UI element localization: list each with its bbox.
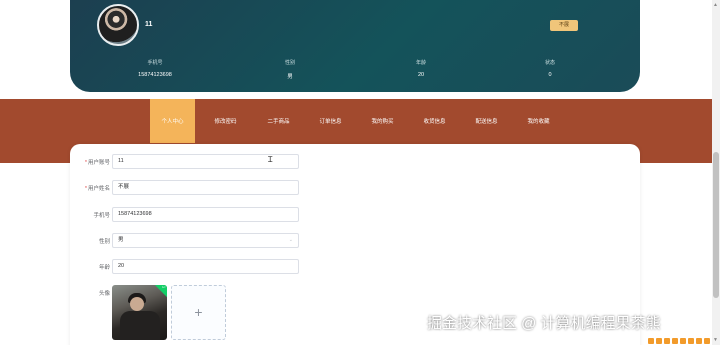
nav-item-second-hand-goods[interactable]: 二手商品 (256, 99, 301, 143)
gender-label: 性别 (98, 239, 110, 245)
name-label-text: 用户姓名 (87, 186, 110, 192)
watermark: 掘金技术社区 @ 计算机编程果茶熊 (427, 315, 661, 332)
ime-icon[interactable] (656, 337, 662, 344)
info-phone-label: 手机号 (147, 60, 163, 66)
photo-head (130, 297, 144, 311)
nav-item-personal-center[interactable]: 个人中心 (150, 99, 195, 143)
ime-icon[interactable] (704, 337, 710, 344)
info-age-value: 20 (417, 72, 425, 78)
ime-icon[interactable] (648, 337, 654, 344)
info-status-label: 状态 (544, 60, 555, 66)
avatar-label: 头像 (98, 291, 110, 297)
profile-card: 11 不展 手机号 15874123698 性别 男 年龄 20 状态 0 (70, 0, 640, 92)
nav-item-delivery-info[interactable]: 配送信息 (464, 99, 509, 143)
info-age-label: 年龄 (415, 60, 426, 66)
page-scrollbar[interactable]: ▲ ▼ (712, 0, 720, 345)
profile-username: 11 (145, 21, 153, 28)
info-status: 状态 0 (510, 59, 590, 78)
status-badge: 不展 (550, 20, 578, 31)
ime-icon[interactable] (672, 337, 678, 344)
info-status-value: 0 (548, 72, 552, 78)
avatar (97, 4, 139, 46)
required-mark: * (84, 186, 87, 192)
scrollbar-thumb[interactable] (713, 152, 719, 298)
info-gender-label: 性别 (284, 60, 295, 66)
name-input[interactable]: 不展 (112, 180, 299, 195)
phone-label: 手机号 (93, 213, 110, 219)
nav-item-change-password[interactable]: 修改密码 (203, 99, 248, 143)
account-label-text: 用户账号 (87, 160, 110, 166)
check-icon: ✓ (153, 285, 167, 298)
gender-select-value: 男 (118, 237, 124, 243)
info-phone: 手机号 15874123698 (115, 59, 195, 78)
ime-toolbar[interactable] (648, 336, 710, 345)
photo-body (120, 311, 160, 340)
ime-icon[interactable] (680, 337, 686, 344)
ime-icon[interactable] (664, 337, 670, 344)
info-age: 年龄 20 (381, 59, 461, 78)
age-label: 年龄 (98, 265, 110, 271)
phone-input[interactable]: 15874123698 (112, 207, 299, 222)
ime-icon[interactable] (688, 337, 694, 344)
name-label: *用户姓名 (70, 184, 110, 192)
scroll-down-icon[interactable]: ▼ (713, 337, 718, 343)
info-gender: 性别 男 (250, 59, 330, 80)
avatar-upload-button[interactable]: + (171, 285, 226, 340)
nav-item-favorites[interactable]: 我的收藏 (516, 99, 561, 143)
text-cursor-icon: Ɪ (268, 155, 273, 164)
chevron-down-icon: ⌄ (288, 237, 293, 243)
nav-item-shipping-address[interactable]: 收货信息 (412, 99, 457, 143)
account-label: *用户账号 (70, 158, 110, 166)
gender-select[interactable]: 男 ⌄ (112, 233, 299, 248)
age-input[interactable]: 20 (112, 259, 299, 274)
nav-item-my-purchases[interactable]: 我的购买 (360, 99, 405, 143)
nav-item-orders[interactable]: 订单信息 (308, 99, 353, 143)
avatar-image[interactable]: ✓ (112, 285, 167, 340)
required-mark: * (84, 160, 87, 166)
ime-icon[interactable] (696, 337, 702, 344)
scroll-up-icon[interactable]: ▲ (713, 2, 718, 8)
info-gender-value: 男 (287, 74, 293, 80)
info-phone-value: 15874123698 (138, 72, 172, 78)
